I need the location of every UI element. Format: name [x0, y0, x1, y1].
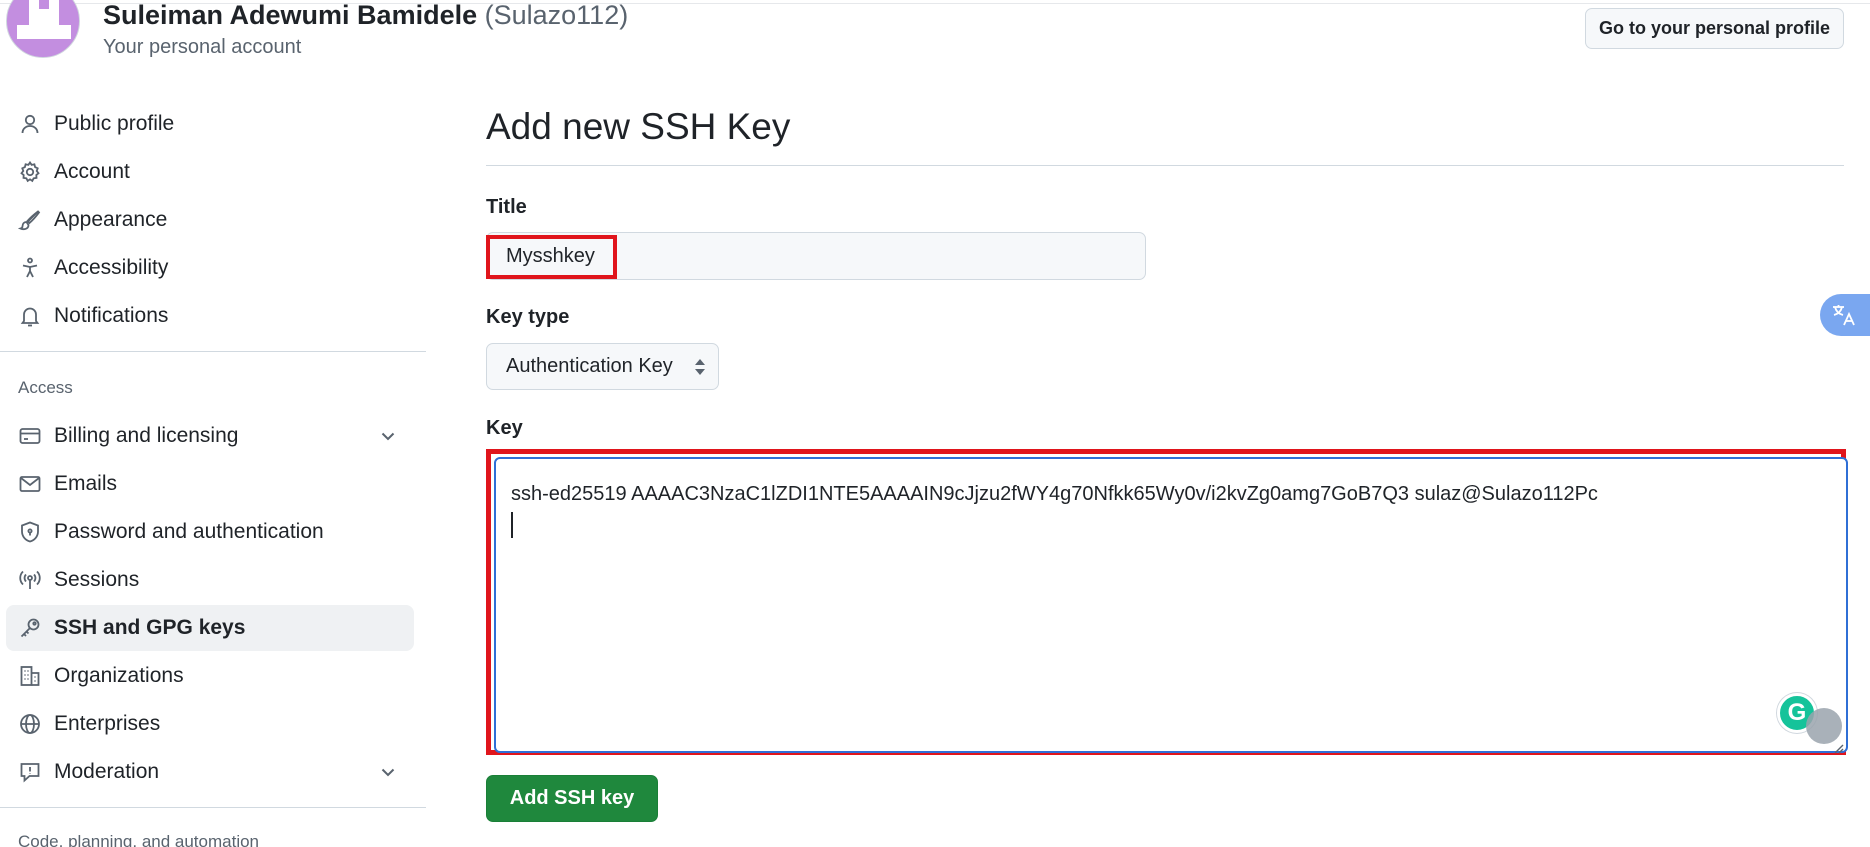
- key-textarea[interactable]: ssh-ed25519 AAAAC3NzaC1lZDI1NTE5AAAAIN9c…: [494, 457, 1848, 753]
- sidebar-item-label: Sessions: [54, 568, 140, 591]
- select-arrows-icon: [695, 359, 705, 375]
- sidebar-item-accessibility[interactable]: Accessibility: [6, 245, 414, 291]
- sidebar-item-account[interactable]: Account: [6, 149, 414, 195]
- key-type-label: Key type: [486, 306, 570, 328]
- sidebar-item-ssh-gpg-keys[interactable]: SSH and GPG keys: [6, 605, 414, 651]
- broadcast-icon: [18, 568, 42, 592]
- avatar[interactable]: [6, 0, 80, 58]
- key-label: Key: [486, 417, 523, 439]
- go-to-profile-button[interactable]: Go to your personal profile: [1585, 8, 1844, 49]
- section-label-access: Access: [18, 378, 73, 397]
- key-text: ssh-ed25519 AAAAC3NzaC1lZDI1NTE5AAAAIN9c…: [511, 483, 1598, 505]
- key-highlight-box: ssh-ed25519 AAAAC3NzaC1lZDI1NTE5AAAAIN9c…: [486, 449, 1848, 755]
- sidebar-item-label: Notifications: [54, 304, 169, 327]
- shield-icon: [18, 520, 42, 544]
- sidebar-item-moderation[interactable]: Moderation: [6, 749, 414, 795]
- chevron-down-icon[interactable]: [378, 426, 398, 446]
- translate-small-icon[interactable]: [1806, 708, 1842, 744]
- translate-icon[interactable]: [1820, 294, 1870, 336]
- user-handle: (Sulazo112): [484, 0, 629, 30]
- sidebar-divider: [0, 351, 426, 352]
- sidebar-item-label: Emails: [54, 472, 118, 495]
- sidebar-item-emails[interactable]: Emails: [6, 461, 414, 507]
- sidebar-item-label: Public profile: [54, 112, 175, 135]
- sidebar-item-notifications[interactable]: Notifications: [6, 293, 414, 339]
- bell-icon: [18, 304, 42, 328]
- sidebar-item-billing[interactable]: Billing and licensing: [6, 413, 414, 459]
- sidebar-item-enterprises[interactable]: Enterprises: [6, 701, 414, 747]
- sidebar-divider: [0, 807, 426, 808]
- page-title: Add new SSH Key: [486, 106, 791, 147]
- title-label: Title: [486, 196, 527, 218]
- resize-grip-icon[interactable]: [1832, 742, 1844, 754]
- sidebar-item-label: Accessibility: [54, 256, 169, 279]
- sidebar-item-public-profile[interactable]: Public profile: [6, 101, 414, 147]
- section-label-code: Code, planning, and automation: [18, 832, 260, 847]
- report-icon: [18, 760, 42, 784]
- user-name: Suleiman Adewumi Bamidele (Sulazo112): [103, 0, 629, 30]
- gear-icon: [18, 160, 42, 184]
- text-caret: [511, 512, 513, 538]
- sidebar-item-label: Moderation: [54, 760, 160, 783]
- globe-icon: [18, 712, 42, 736]
- sidebar-item-label: Organizations: [54, 664, 184, 687]
- accessibility-icon: [18, 256, 42, 280]
- add-ssh-key-button[interactable]: Add SSH key: [486, 775, 658, 822]
- sidebar-item-label: Appearance: [54, 208, 168, 231]
- sidebar-item-label: Enterprises: [54, 712, 161, 735]
- key-icon: [18, 616, 42, 640]
- title-divider: [486, 165, 1844, 166]
- person-icon: [18, 112, 42, 136]
- credit-card-icon: [18, 424, 42, 448]
- account-subtitle: Your personal account: [103, 36, 302, 58]
- sidebar-item-label: Account: [54, 160, 130, 183]
- sidebar-item-organizations[interactable]: Organizations: [6, 653, 414, 699]
- sidebar-item-appearance[interactable]: Appearance: [6, 197, 414, 243]
- sidebar-item-sessions[interactable]: Sessions: [6, 557, 414, 603]
- sidebar-item-label: Billing and licensing: [54, 424, 239, 447]
- mail-icon: [18, 472, 42, 496]
- key-type-value: Authentication Key: [506, 355, 673, 377]
- organization-icon: [18, 664, 42, 688]
- key-type-select[interactable]: Authentication Key: [486, 343, 719, 390]
- sidebar-item-label: Password and authentication: [54, 520, 324, 543]
- sidebar-item-password[interactable]: Password and authentication: [6, 509, 414, 555]
- title-input[interactable]: [486, 232, 1146, 280]
- chevron-down-icon[interactable]: [378, 762, 398, 782]
- sidebar-item-label: SSH and GPG keys: [54, 616, 246, 639]
- paintbrush-icon: [18, 208, 42, 232]
